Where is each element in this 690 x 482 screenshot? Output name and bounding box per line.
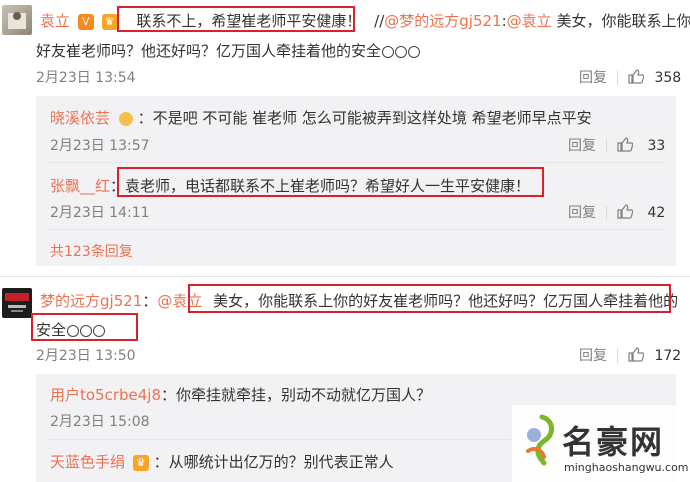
reply2-text: 袁老师，电话都联系不上崔老师吗？希望好人一生平安健康！	[125, 177, 531, 195]
comment2-header-line: 梦的远方gj521：@袁立 美女，你能联系上你的好友崔老师吗？他还好吗？亿万国人…	[40, 290, 678, 311]
comment1-mention2-link[interactable]: @袁立	[507, 12, 552, 30]
divider	[0, 276, 690, 277]
comment1-text-tail: 美女，你能联系上你的	[556, 12, 690, 30]
divider	[46, 439, 510, 440]
reply1-time: 2月23日 13:57	[50, 138, 150, 154]
comment2-line2: 安全	[36, 319, 106, 340]
divider	[46, 229, 666, 230]
comment1-line2: 好友崔老师吗？他还好吗？亿万国人牵挂着他的安全	[36, 40, 421, 61]
member-crown-icon: ♛	[101, 13, 118, 30]
reply3-text: ：你牵挂就牵挂，别动不动就亿万国人？	[161, 386, 432, 404]
like-thumb-icon[interactable]	[628, 346, 645, 366]
reply1-medal-icon	[118, 111, 133, 126]
reply1-text: ：不是吧 不可能 崔老师 怎么可能被弄到这样处境 希望老师早点平安	[137, 109, 592, 127]
reply2-like-count: 42	[647, 205, 666, 221]
reply4-username[interactable]: 天蓝色手绢	[50, 453, 125, 471]
like-thumb-icon[interactable]	[617, 203, 634, 223]
comment1-time: 2月23日 13:54	[36, 70, 136, 86]
reply1-reply-button[interactable]: 回复	[568, 138, 596, 154]
comment2-text-line2: 安全	[36, 321, 67, 339]
like-thumb-icon[interactable]	[617, 136, 634, 156]
comment1-like-count: 358	[654, 70, 682, 86]
divider	[46, 162, 666, 163]
reply4-text: ：从哪统计出亿万的？别代表正常人	[153, 453, 394, 471]
crying-emoji-icon	[408, 45, 421, 58]
comment2-colon: ：	[142, 292, 158, 310]
crying-emoji-icon	[80, 324, 93, 337]
reply3-time: 2月23日 15:08	[50, 414, 150, 430]
comment1-actions: 回复 358	[579, 67, 681, 88]
reply1-line: 晓溪依芸 ：不是吧 不可能 崔老师 怎么可能被弄到这样处境 希望老师早点平安	[50, 107, 592, 128]
watermark-figure-icon	[526, 414, 555, 466]
divider	[606, 139, 607, 153]
reply1-username[interactable]: 晓溪依芸	[50, 109, 110, 127]
avatar-yuanli[interactable]	[2, 5, 32, 35]
reply1-actions: 回复 33	[568, 135, 665, 156]
member-crown-icon: ♛	[132, 454, 149, 471]
divider	[606, 206, 607, 220]
more-replies-link[interactable]: 共123条回复	[50, 241, 133, 261]
comment2-reply-button[interactable]: 回复	[579, 348, 607, 364]
comment1-mention-link[interactable]: @梦的远方gj521	[384, 12, 501, 30]
divider	[617, 71, 618, 85]
comment1-text-line2: 好友崔老师吗？他还好吗？亿万国人牵挂着他的安全	[36, 42, 382, 60]
like-thumb-icon[interactable]	[628, 68, 645, 88]
comment1-quote: 联系不上，希望崔老师平安健康！	[136, 12, 362, 30]
reply2-username[interactable]: 张飘__红	[50, 177, 110, 195]
reply1-like-count: 33	[647, 138, 666, 154]
reply2-reply-button[interactable]: 回复	[568, 205, 596, 221]
comment1-repost-sep: //	[374, 12, 385, 30]
comment2-actions: 回复 172	[579, 345, 681, 366]
comment1-header-line: 袁立 V ♛ 联系不上，希望崔老师平安健康！ //@梦的远方gj521:@袁立 …	[40, 10, 690, 31]
crying-emoji-icon	[93, 324, 106, 337]
crying-emoji-icon	[67, 324, 80, 337]
reply2-line: 张飘__红：袁老师，电话都联系不上崔老师吗？希望好人一生平安健康！	[50, 175, 530, 196]
reply2-colon: ：	[110, 177, 126, 195]
reply2-time: 2月23日 14:11	[50, 205, 150, 221]
verified-v-badge: V	[77, 13, 94, 30]
comment2-text: 美女，你能联系上你的好友崔老师吗？他还好吗？亿万国人牵挂着他的	[213, 292, 679, 310]
divider	[617, 349, 618, 363]
reply3-username[interactable]: 用户to5crbe4j8	[50, 386, 161, 404]
comment1-username[interactable]: 袁立	[40, 12, 70, 30]
reply4-line: 天蓝色手绢 ♛ ：从哪统计出亿万的？别代表正常人	[50, 451, 394, 472]
watermark-brand: 名豪网	[562, 423, 665, 461]
crying-emoji-icon	[382, 45, 395, 58]
comment2-time: 2月23日 13:50	[36, 348, 136, 364]
watermark-logo: 名豪网 minghaoshangwu.com	[512, 405, 690, 482]
comment2-username[interactable]: 梦的远方gj521	[40, 292, 142, 310]
comment2-mention-link[interactable]: @袁立	[157, 292, 202, 310]
crying-emoji-icon	[395, 45, 408, 58]
avatar-mengdeyuanfang[interactable]	[2, 288, 32, 318]
watermark-url: minghaoshangwu.com	[564, 461, 689, 474]
comment2-like-count: 172	[654, 348, 682, 364]
reply2-actions: 回复 42	[568, 202, 665, 223]
comment1-reply-button[interactable]: 回复	[579, 70, 607, 86]
reply3-line: 用户to5crbe4j8：你牵挂就牵挂，别动不动就亿万国人？	[50, 384, 431, 405]
